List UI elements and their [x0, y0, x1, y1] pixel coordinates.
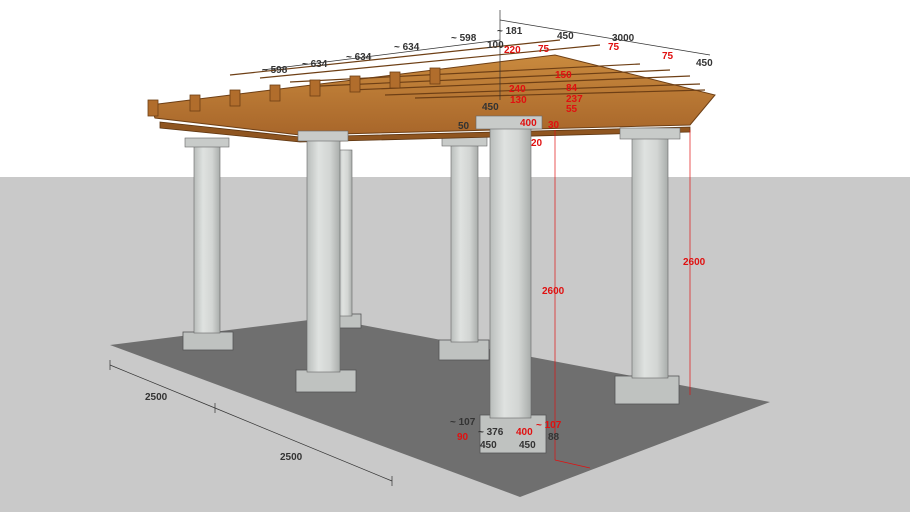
dim-220: 220	[504, 45, 521, 56]
dim-right-55: 55	[566, 104, 578, 115]
dim-spacing-598b: ~ 598	[451, 33, 477, 44]
dim-181: ~ 181	[497, 26, 523, 37]
dim-75c: 75	[662, 51, 674, 62]
dim-width-front: 2500	[145, 392, 168, 403]
dim-cap-50: 50	[458, 121, 470, 132]
dim-100: 100	[487, 40, 504, 51]
dim-base-88: 88	[548, 432, 560, 443]
dim-base-450b: 450	[519, 440, 536, 451]
dim-base-107a: ~ 107	[450, 417, 476, 428]
dim-spacing-598a: ~ 598	[262, 65, 288, 76]
sketchup-viewport[interactable]: 2500 2500 2600 2600 ~ 181 100 220 75 450…	[0, 0, 910, 512]
dim-base-90: 90	[457, 432, 469, 443]
dim-right-84: 84	[566, 83, 578, 94]
dim-450b: 450	[696, 58, 713, 69]
dim-column-height-b: 2600	[683, 257, 706, 268]
dim-75b: 75	[608, 42, 620, 53]
dim-cap-20: 20	[531, 138, 543, 149]
pergola-roof	[147, 39, 716, 143]
pergola-model	[0, 10, 910, 512]
dim-cap-400: 400	[520, 118, 537, 129]
dim-spacing-634b: ~ 634	[346, 52, 372, 63]
dim-spacing-634a: ~ 634	[302, 59, 328, 70]
dim-cap-450: 450	[482, 102, 499, 113]
dim-450a: 450	[557, 31, 574, 42]
dim-cap-240: 240	[509, 84, 526, 95]
dim-75a: 75	[538, 44, 550, 55]
dim-right-130: 130	[510, 95, 527, 106]
dim-cap-30: 30	[548, 120, 560, 131]
dim-cap-150: 150	[555, 70, 572, 81]
dim-base-450a: 450	[480, 440, 497, 451]
dim-base-400: 400	[516, 427, 533, 438]
dim-width-side: 2500	[280, 452, 303, 463]
dim-spacing-634c: ~ 634	[394, 42, 420, 53]
dim-column-height-a: 2600	[542, 286, 565, 297]
dim-base-107b: ~ 107	[536, 420, 562, 431]
dim-base-376: ~ 376	[478, 427, 504, 438]
